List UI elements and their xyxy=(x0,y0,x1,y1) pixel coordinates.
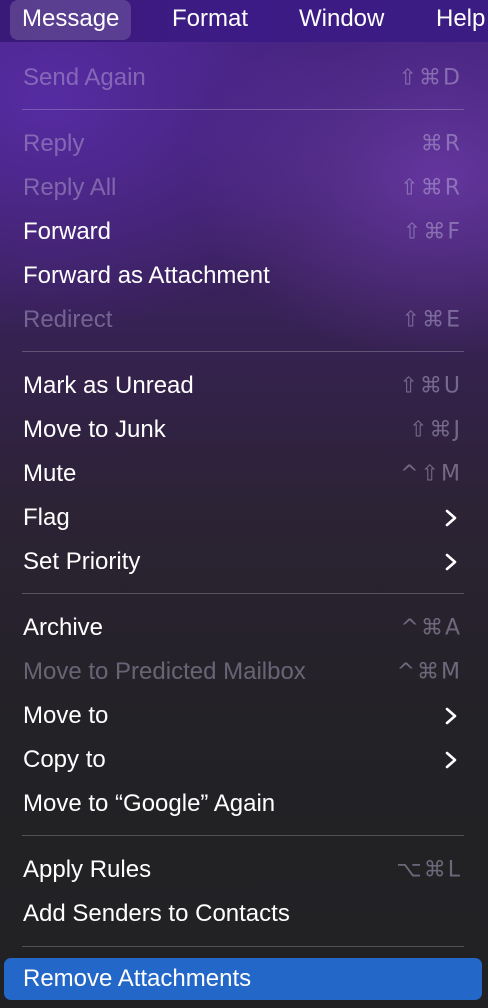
menu-separator xyxy=(22,351,464,352)
menu-item-label: Move to “Google” Again xyxy=(23,790,276,817)
menu-item-label: Archive xyxy=(23,614,104,641)
menu-item-add-senders-to-contacts[interactable]: Add Senders to Contacts xyxy=(0,892,488,936)
menu-item-label: Forward xyxy=(23,218,112,245)
shortcut-label: ⇧⌘R xyxy=(400,175,462,201)
menu-separator xyxy=(22,109,464,110)
menu-item-label: Send Again xyxy=(23,64,146,91)
menu-item-label: Reply xyxy=(23,130,85,157)
menu-item-label: Move to Junk xyxy=(23,416,166,443)
menu-item-send-again[interactable]: Send Again ⇧⌘D xyxy=(0,56,488,100)
menu-item-label: Apply Rules xyxy=(23,856,152,883)
menubar-item-format[interactable]: Format xyxy=(160,0,260,40)
menu-item-forward-as-attachment[interactable]: Forward as Attachment xyxy=(0,254,488,298)
message-menu-dropdown: Send Again ⇧⌘D Reply ⌘R Reply All ⇧⌘R Fo… xyxy=(0,42,488,1008)
chevron-right-icon xyxy=(445,509,457,527)
menu-item-label: Mark as Unread xyxy=(23,372,194,399)
shortcut-label: ⌘R xyxy=(420,131,462,157)
menu-item-flag[interactable]: Flag xyxy=(0,496,488,540)
shortcut-label: ^⌘A xyxy=(400,615,462,641)
shortcut-label: ⇧⌘F xyxy=(402,219,462,245)
menu-item-set-priority[interactable]: Set Priority xyxy=(0,540,488,584)
menu-item-mute[interactable]: Mute ^⇧M xyxy=(0,452,488,496)
menu-separator xyxy=(22,946,464,947)
menu-item-label: Reply All xyxy=(23,174,117,201)
menu-item-label: Move to xyxy=(23,702,109,729)
shortcut-label: ⇧⌘D xyxy=(398,65,462,91)
shortcut-label: ⇧⌘E xyxy=(401,307,462,333)
shortcut-label: ⌥⌘L xyxy=(396,857,462,883)
menu-item-label: Move to Predicted Mailbox xyxy=(23,658,306,685)
menu-item-label: Set Priority xyxy=(23,548,141,575)
chevron-right-icon xyxy=(445,553,457,571)
menubar-item-message[interactable]: Message xyxy=(10,0,132,40)
menu-item-forward[interactable]: Forward ⇧⌘F xyxy=(0,210,488,254)
shortcut-label: ⇧⌘U xyxy=(399,373,462,399)
menu-item-copy-to[interactable]: Copy to xyxy=(0,738,488,782)
menu-item-label: Copy to xyxy=(23,746,106,773)
menu-item-move-to-junk[interactable]: Move to Junk ⇧⌘J xyxy=(0,408,488,452)
menu-item-label: Redirect xyxy=(23,306,113,333)
menu-item-apply-rules[interactable]: Apply Rules ⌥⌘L xyxy=(0,848,488,892)
menu-item-label: Forward as Attachment xyxy=(23,262,270,289)
menu-item-reply-all[interactable]: Reply All ⇧⌘R xyxy=(0,166,488,210)
menu-separator xyxy=(22,835,464,836)
menu-item-move-to-predicted-mailbox[interactable]: Move to Predicted Mailbox ^⌘M xyxy=(0,650,488,694)
menu-item-archive[interactable]: Archive ^⌘A xyxy=(0,606,488,650)
menu-item-remove-attachments[interactable]: Remove Attachments xyxy=(4,958,482,1000)
menu-item-mark-as-unread[interactable]: Mark as Unread ⇧⌘U xyxy=(0,364,488,408)
menu-item-move-to[interactable]: Move to xyxy=(0,694,488,738)
shortcut-label: ^⌘M xyxy=(396,659,462,685)
shortcut-label: ⇧⌘J xyxy=(409,417,462,443)
menu-item-label: Add Senders to Contacts xyxy=(23,900,290,927)
menubar-item-help[interactable]: Help xyxy=(424,0,488,40)
menubar-item-window[interactable]: Window xyxy=(287,0,396,40)
menu-item-move-to-google-again[interactable]: Move to “Google” Again xyxy=(0,782,488,826)
shortcut-label: ^⇧M xyxy=(400,461,462,487)
menu-bar: Message Format Window Help xyxy=(0,0,488,42)
chevron-right-icon xyxy=(445,707,457,725)
menu-item-reply[interactable]: Reply ⌘R xyxy=(0,122,488,166)
menu-item-label: Mute xyxy=(23,460,77,487)
chevron-right-icon xyxy=(445,751,457,769)
menu-item-label: Flag xyxy=(23,504,70,531)
menu-item-redirect[interactable]: Redirect ⇧⌘E xyxy=(0,298,488,342)
menu-separator xyxy=(22,593,464,594)
menu-item-label: Remove Attachments xyxy=(23,965,252,992)
